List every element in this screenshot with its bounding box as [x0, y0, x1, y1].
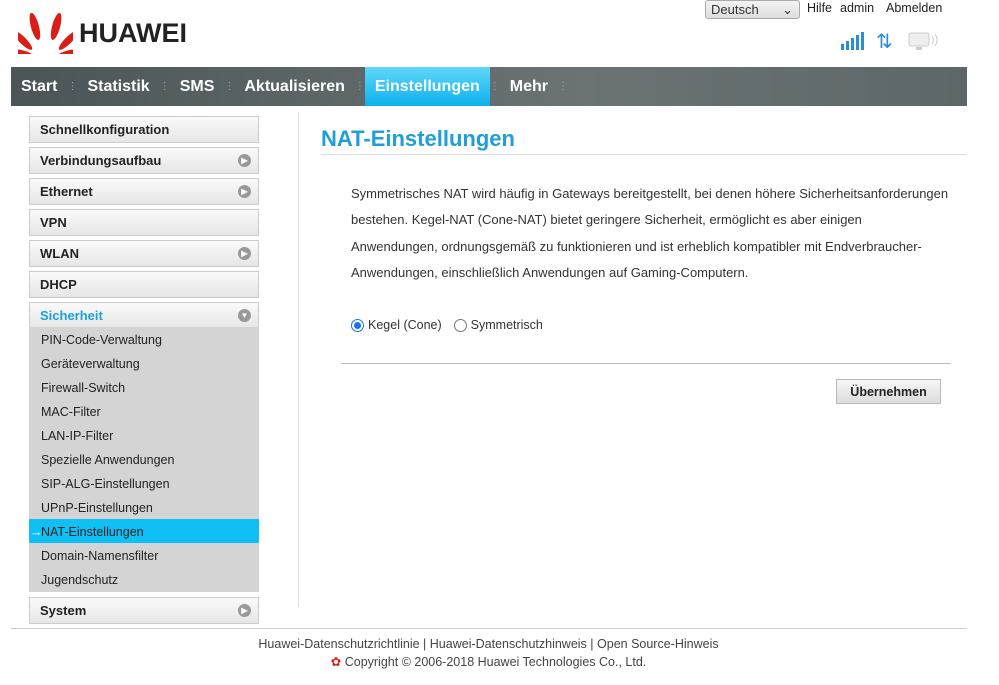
- divider: [321, 154, 967, 155]
- radio-symmetric-label[interactable]: Symmetrisch: [471, 318, 543, 332]
- submenu-label: NAT-Einstellungen: [41, 525, 144, 539]
- sidebar-item-wlan[interactable]: WLAN ▶: [29, 240, 259, 267]
- main-nav: Start ⋮ Statistik ⋮ SMS ⋮ Aktualisieren ⋮ Ei…: [11, 67, 967, 106]
- nav-separator: ⋮: [489, 81, 500, 92]
- open-source-link[interactable]: Open Source-Hinweis: [597, 637, 719, 651]
- submenu-domain-namensfilter[interactable]: Domain-Namensfilter: [29, 543, 259, 567]
- submenu-geraeteverwaltung[interactable]: Geräteverwaltung: [29, 351, 259, 375]
- sidebar-item-schnellkonfiguration[interactable]: Schnellkonfiguration: [29, 116, 259, 143]
- submenu-spezielle-anwendungen[interactable]: Spezielle Anwendungen: [29, 447, 259, 471]
- nav-separator: ⋮: [224, 81, 235, 92]
- sidebar-item-label: System: [40, 603, 87, 618]
- nat-type-group: Kegel (Cone) Symmetrisch: [351, 318, 543, 332]
- divider: [298, 112, 299, 607]
- nav-separator: ⋮: [354, 81, 365, 92]
- language-select[interactable]: Deutsch ⌄: [705, 0, 800, 19]
- chevron-right-icon: ▶: [238, 185, 251, 198]
- submenu-mac-filter[interactable]: MAC-Filter: [29, 399, 259, 423]
- apply-button[interactable]: Übernehmen: [836, 379, 941, 404]
- radio-cone[interactable]: [351, 318, 364, 332]
- chevron-right-icon: ▶: [238, 154, 251, 167]
- privacy-notice-link[interactable]: Huawei-Datenschutzhinweis: [430, 637, 587, 651]
- footer-divider: [11, 628, 967, 629]
- sidebar-item-sicherheit[interactable]: Sicherheit ▼: [29, 302, 259, 329]
- user-link[interactable]: admin: [840, 1, 874, 15]
- sidebar-item-label: Sicherheit: [40, 308, 103, 323]
- sidebar-item-label: VPN: [40, 215, 67, 230]
- privacy-policy-link[interactable]: Huawei-Datenschutzrichtlinie: [258, 637, 419, 651]
- submenu-nat-einstellungen[interactable]: → NAT-Einstellungen: [29, 519, 259, 543]
- sidebar-item-dhcp[interactable]: DHCP: [29, 271, 259, 298]
- submenu-firewall-switch[interactable]: Firewall-Switch: [29, 375, 259, 399]
- data-transfer-icon: ⇅: [876, 31, 893, 53]
- signal-strength-icon: [841, 32, 864, 50]
- sidebar-item-vpn[interactable]: VPN: [29, 209, 259, 236]
- nav-statistik[interactable]: Statistik: [77, 67, 159, 106]
- submenu-pin-code[interactable]: PIN-Code-Verwaltung: [29, 327, 259, 351]
- sidebar-item-label: Schnellkonfiguration: [40, 122, 170, 137]
- submenu-sip-alg[interactable]: SIP-ALG-Einstellungen: [29, 471, 259, 495]
- sidebar-item-label: WLAN: [40, 246, 79, 261]
- huawei-flower-icon: [18, 12, 73, 54]
- sidebar-item-ethernet[interactable]: Ethernet ▶: [29, 178, 259, 205]
- chevron-down-icon: ▼: [238, 309, 251, 322]
- sidebar-item-label: DHCP: [40, 277, 77, 292]
- language-value: Deutsch: [711, 2, 759, 17]
- huawei-small-logo-icon: ✿: [330, 655, 342, 669]
- logout-link[interactable]: Abmelden: [886, 1, 942, 15]
- copyright-text: Copyright © 2006-2018 Huawei Technologie…: [344, 655, 647, 669]
- radio-cone-label[interactable]: Kegel (Cone): [368, 318, 442, 332]
- security-submenu: PIN-Code-Verwaltung Geräteverwaltung Fir…: [29, 327, 259, 592]
- nav-einstellungen[interactable]: Einstellungen: [364, 67, 490, 106]
- submenu-upnp[interactable]: UPnP-Einstellungen: [29, 495, 259, 519]
- footer-links: Huawei-Datenschutzrichtlinie | Huawei-Da…: [258, 637, 719, 651]
- radio-symmetric[interactable]: [453, 318, 467, 332]
- chevron-right-icon: ▶: [238, 247, 251, 260]
- huawei-logo: HUAWEI: [18, 12, 187, 54]
- sidebar-item-label: Verbindungsaufbau: [40, 153, 162, 168]
- arrow-right-icon: →: [30, 525, 43, 539]
- nav-separator: ⋮: [558, 81, 568, 92]
- divider: [341, 363, 951, 364]
- help-link[interactable]: Hilfe: [807, 1, 832, 15]
- brand-name: HUAWEI: [79, 17, 187, 48]
- chevron-right-icon: ▶: [238, 604, 251, 617]
- submenu-jugendschutz[interactable]: Jugendschutz: [29, 567, 259, 591]
- copyright: ✿ Copyright © 2006-2018 Huawei Technolog…: [0, 654, 977, 669]
- sidebar-item-label: Ethernet: [40, 184, 93, 199]
- nav-separator: ⋮: [159, 81, 170, 92]
- page-title: NAT-Einstellungen: [321, 126, 515, 151]
- device-connection-icon: [908, 32, 938, 50]
- sidebar-item-verbindungsaufbau[interactable]: Verbindungsaufbau ▶: [29, 147, 259, 174]
- sidebar-item-system[interactable]: System ▶: [29, 597, 259, 624]
- submenu-lan-ip-filter[interactable]: LAN-IP-Filter: [29, 423, 259, 447]
- nav-sms[interactable]: SMS: [170, 67, 225, 106]
- nav-aktualisieren[interactable]: Aktualisieren: [234, 67, 354, 106]
- nav-mehr[interactable]: Mehr: [500, 67, 558, 106]
- nav-separator: ⋮: [67, 81, 78, 92]
- nat-description: Symmetrisches NAT wird häufig in Gateway…: [351, 186, 949, 280]
- chevron-down-icon: ⌄: [782, 2, 793, 17]
- nav-start[interactable]: Start: [11, 67, 67, 106]
